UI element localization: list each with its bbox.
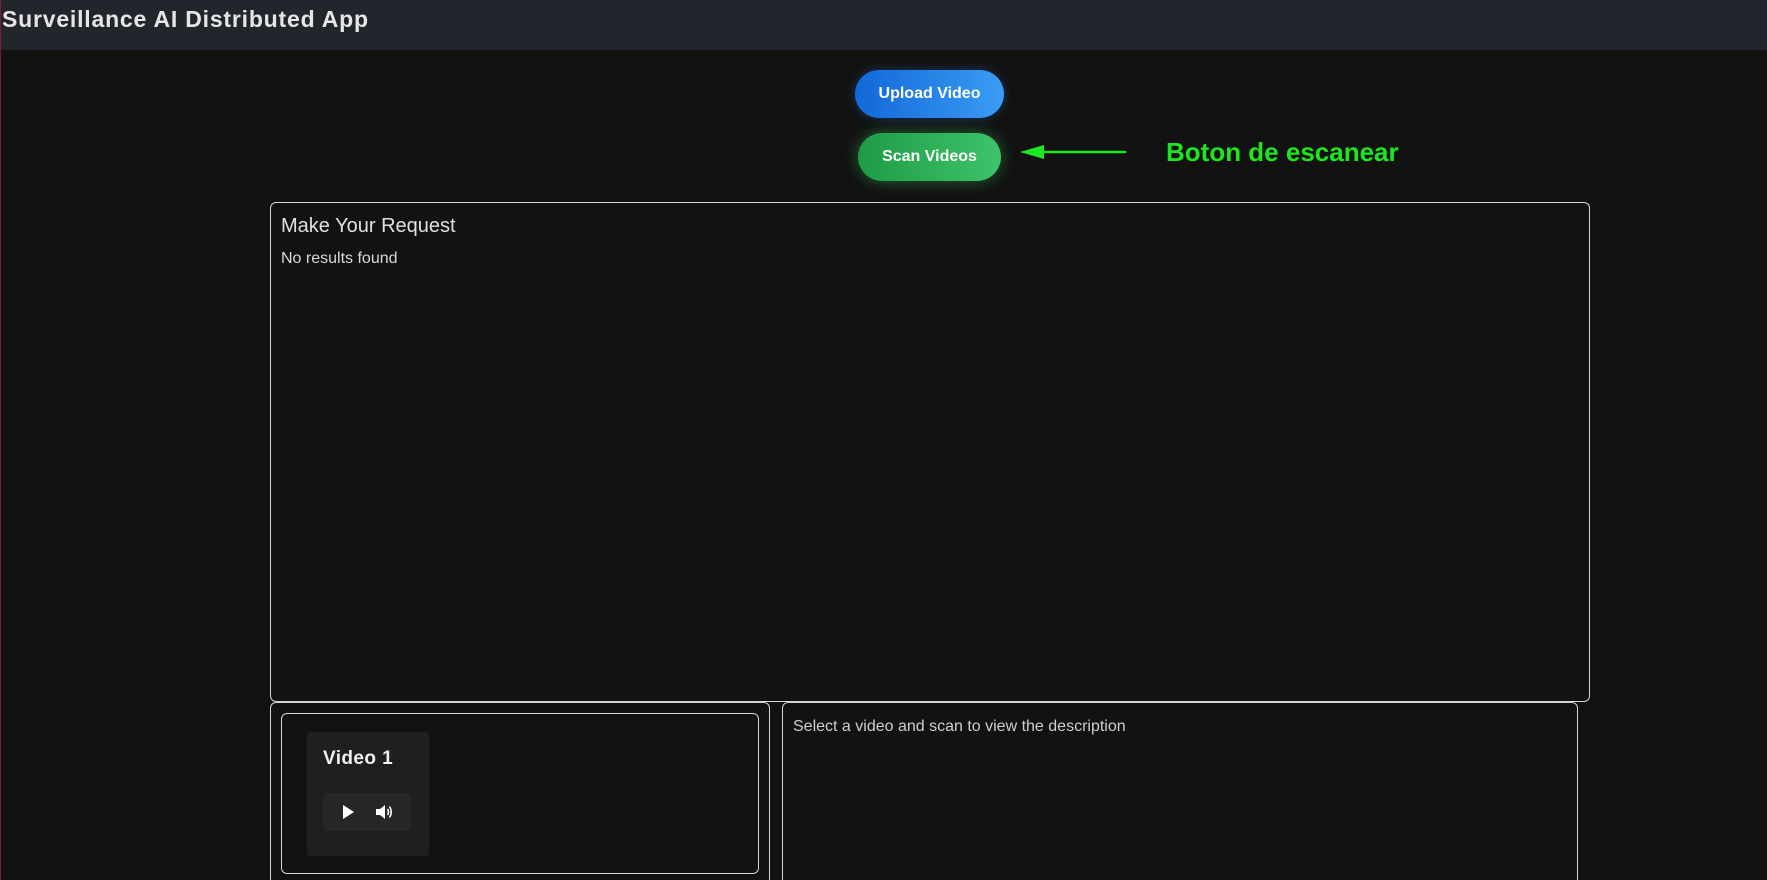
app-window: Surveillance AI Distributed App Upload V… <box>0 0 1767 880</box>
app-header: Surveillance AI Distributed App <box>1 0 1767 50</box>
video-card[interactable]: Video 1 <box>307 732 429 856</box>
app-title: Surveillance AI Distributed App <box>2 6 369 32</box>
video-title: Video 1 <box>323 748 394 769</box>
annotation-label: Boton de escanear <box>1166 137 1399 167</box>
videos-panel: Video 1 <box>270 702 770 880</box>
volume-icon[interactable] <box>374 801 396 823</box>
scan-videos-button[interactable]: Scan Videos <box>858 133 1001 181</box>
play-icon[interactable] <box>337 801 359 823</box>
request-panel-title: Make Your Request <box>281 215 456 237</box>
description-panel: Select a video and scan to view the desc… <box>782 702 1578 880</box>
annotation-arrow-icon <box>1020 145 1126 159</box>
results-status: No results found <box>281 250 398 267</box>
video-controls <box>323 793 411 831</box>
request-panel: Make Your Request No results found <box>270 202 1590 702</box>
video-list: Video 1 <box>281 713 759 874</box>
description-placeholder: Select a video and scan to view the desc… <box>793 718 1126 735</box>
upload-video-button[interactable]: Upload Video <box>855 70 1004 118</box>
